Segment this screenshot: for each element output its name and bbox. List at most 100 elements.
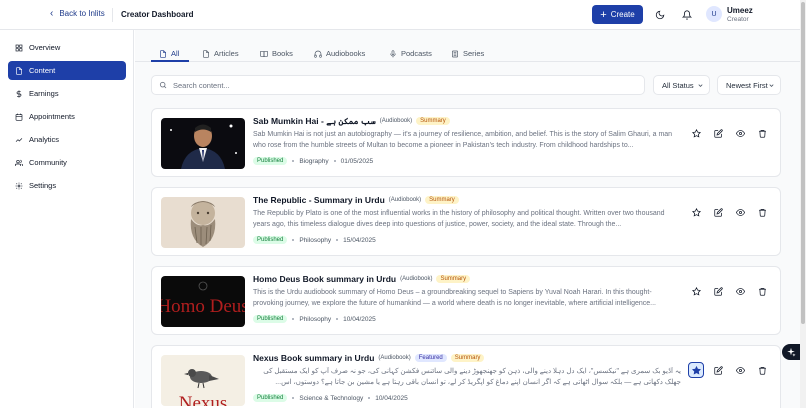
- tab-articles[interactable]: Articles: [202, 47, 239, 60]
- gear-icon: [15, 182, 23, 189]
- content-category: Philosophy: [299, 315, 332, 323]
- sidebar-item-label: Analytics: [29, 135, 60, 144]
- separator-dot: [292, 160, 295, 162]
- view-button[interactable]: [732, 362, 748, 378]
- user-role: Creator: [727, 16, 749, 23]
- feature-button[interactable]: [688, 125, 704, 141]
- sidebar-item-earnings[interactable]: Earnings: [8, 84, 126, 103]
- sidebar-item-content[interactable]: Content: [8, 61, 126, 80]
- tab-label: All: [171, 49, 180, 58]
- edit-button[interactable]: [710, 204, 726, 220]
- content-card[interactable]: The Republic - Summary in Urdu (Audioboo…: [151, 187, 781, 256]
- feature-button[interactable]: [688, 204, 704, 220]
- tab-podcasts[interactable]: Podcasts: [389, 47, 432, 60]
- edit-icon: [713, 128, 723, 138]
- theme-toggle-button[interactable]: [652, 7, 668, 23]
- search-input[interactable]: [173, 80, 613, 90]
- view-button[interactable]: [732, 125, 748, 141]
- feature-button[interactable]: [688, 362, 704, 378]
- summary-badge: Summary: [450, 354, 485, 362]
- search-box[interactable]: [151, 75, 645, 95]
- tab-audiobooks[interactable]: Audiobooks: [314, 47, 365, 60]
- view-button[interactable]: [732, 204, 748, 220]
- sidebar-item-community[interactable]: Community: [8, 153, 126, 172]
- eye-icon: [735, 287, 745, 295]
- chevron-down-icon: [769, 84, 774, 87]
- delete-button[interactable]: [754, 283, 770, 299]
- sidebar-item-label: Settings: [29, 181, 57, 190]
- separator-dot: [336, 318, 339, 320]
- bell-icon: [682, 10, 692, 20]
- delete-button[interactable]: [754, 204, 770, 220]
- chevron-down-icon: [698, 84, 703, 87]
- status-badge: Published: [253, 394, 288, 402]
- edit-icon: [713, 286, 723, 296]
- sidebar-item-analytics[interactable]: Analytics: [8, 130, 126, 149]
- star-filled-icon: [691, 365, 701, 375]
- tab-all[interactable]: All: [159, 47, 179, 60]
- content-category: Philosophy: [299, 236, 332, 244]
- plus-icon: +: [600, 8, 607, 21]
- content-category: Biography: [299, 157, 329, 165]
- notifications-button[interactable]: [679, 7, 695, 23]
- search-icon: [159, 81, 167, 89]
- content-thumbnail: [161, 118, 245, 169]
- content-title[interactable]: Nexus Book summary in Urdu: [253, 353, 374, 363]
- content-card[interactable]: Homo Deus Homo Deus Book summary in Urdu…: [151, 266, 781, 335]
- content-type: (Audiobook): [378, 355, 411, 361]
- sidebar-item-appointments[interactable]: Appointments: [8, 107, 126, 126]
- page-title: Creator Dashboard: [121, 10, 194, 19]
- edit-icon: [713, 207, 723, 217]
- edit-button[interactable]: [710, 283, 726, 299]
- trash-icon: [758, 129, 766, 138]
- edit-button[interactable]: [710, 362, 726, 378]
- document-icon: [203, 49, 209, 58]
- tab-series[interactable]: Series: [451, 47, 484, 60]
- book-icon: [260, 50, 268, 57]
- status-badge: Published: [253, 315, 288, 323]
- status-badge: Published: [253, 157, 288, 165]
- status-filter-value: All Status: [662, 80, 694, 90]
- eye-icon: [735, 366, 745, 374]
- tab-label: Podcasts: [401, 49, 432, 58]
- create-button-label: Create: [610, 10, 635, 19]
- back-link-label: Back to Inlits: [59, 9, 105, 18]
- tab-label: Series: [463, 49, 485, 58]
- content-card[interactable]: Sab Mumkin Hai - سب ممکن ہے (Audiobook) …: [151, 108, 781, 177]
- view-button[interactable]: [732, 283, 748, 299]
- separator-dot: [292, 239, 295, 241]
- delete-button[interactable]: [754, 125, 770, 141]
- scrollbar-thumb[interactable]: [801, 2, 805, 324]
- user-name: Umeez: [727, 6, 753, 15]
- dollar-icon: [16, 89, 22, 98]
- avatar[interactable]: U: [706, 6, 722, 22]
- sidebar-item-overview[interactable]: Overview: [8, 38, 126, 57]
- tab-books[interactable]: Books: [260, 47, 293, 60]
- content-title[interactable]: Sab Mumkin Hai - سب ممکن ہے: [253, 116, 376, 126]
- status-badge: Published: [253, 236, 288, 244]
- content-title[interactable]: The Republic - Summary in Urdu: [253, 195, 385, 205]
- content-type: (Audiobook): [400, 276, 433, 282]
- users-icon: [15, 159, 23, 166]
- chart-icon: [15, 137, 23, 142]
- status-filter-select[interactable]: All Status: [653, 75, 710, 95]
- sort-select[interactable]: Newest First: [717, 75, 781, 95]
- feature-button[interactable]: [688, 283, 704, 299]
- content-title[interactable]: Homo Deus Book summary in Urdu: [253, 274, 396, 284]
- moon-icon: [655, 10, 665, 20]
- ai-assistant-button[interactable]: [782, 344, 800, 360]
- delete-button[interactable]: [754, 362, 770, 378]
- separator-dot: [336, 239, 339, 241]
- content-card[interactable]: Nexus Nexus Book summary in Urdu (Audiob…: [151, 345, 781, 408]
- create-button[interactable]: + Create: [592, 5, 643, 24]
- content-description: The Republic by Plato is one of the most…: [253, 210, 665, 228]
- sidebar-item-settings[interactable]: Settings: [8, 176, 126, 195]
- edit-icon: [713, 365, 723, 375]
- sidebar: Overview Content Earnings Appointments A…: [0, 30, 134, 408]
- back-link[interactable]: ‹ Back to Inlits: [50, 8, 105, 18]
- tab-label: Audiobooks: [326, 49, 366, 58]
- content-tabs: All Articles Books Audiobooks Podcasts S…: [135, 30, 800, 62]
- summary-badge: Summary: [416, 117, 450, 125]
- edit-button[interactable]: [710, 125, 726, 141]
- thumbnail-text: Nexus: [179, 393, 228, 406]
